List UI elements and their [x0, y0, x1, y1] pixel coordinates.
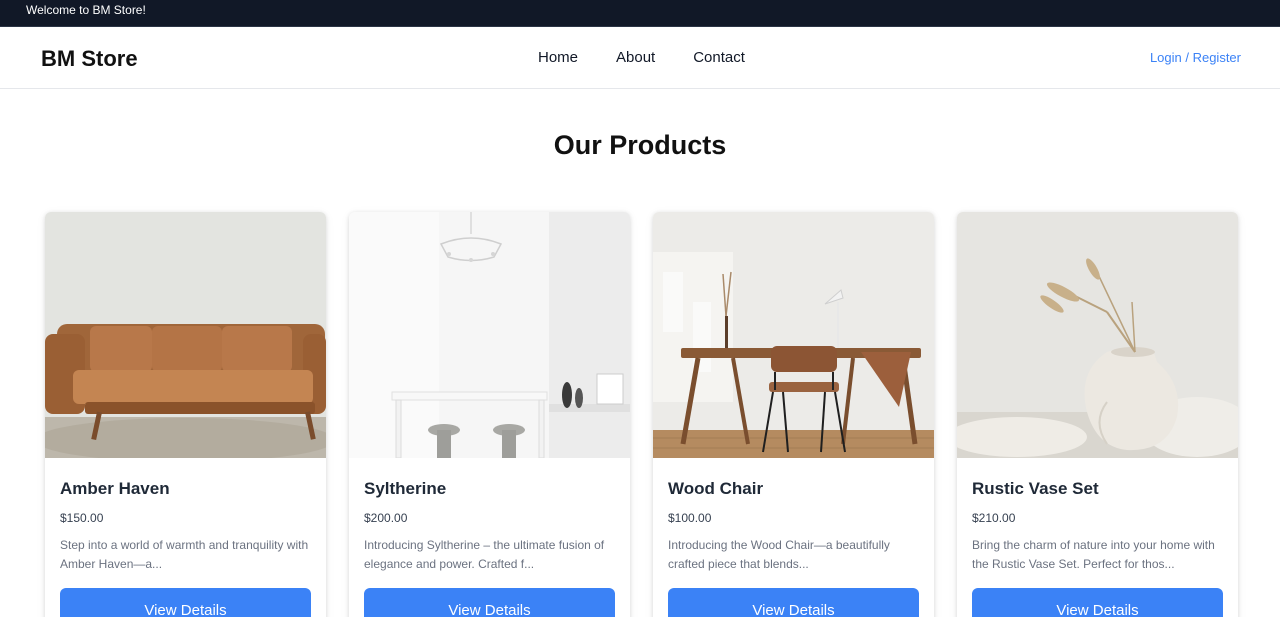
view-details-button[interactable]: View Details: [364, 588, 615, 617]
nav-contact-link[interactable]: Contact: [693, 49, 745, 66]
product-description-text: Bring the charm of nature into your home…: [972, 538, 1215, 571]
product-card: Wood Chair $100.00 Introducing the Wood …: [653, 212, 934, 617]
main-nav: Home About Contact: [538, 49, 745, 66]
product-name: Wood Chair: [668, 479, 764, 498]
products-heading: Our Products: [553, 130, 727, 160]
view-details-button[interactable]: View Details: [972, 588, 1223, 617]
product-description-text: Introducing the Wood Chair—a beautifully…: [668, 538, 890, 571]
login-register-link[interactable]: Login / Register: [1150, 50, 1241, 65]
product-card: Amber Haven $150.00 Step into a world of…: [45, 212, 326, 617]
product-description-text: Step into a world of warmth and tranquil…: [60, 538, 309, 571]
product-description: Introducing the Wood Chair—a beautifully…: [668, 536, 920, 574]
navbar: BM Store Home About Contact Login / Regi…: [0, 27, 1280, 89]
view-details-button[interactable]: View Details: [60, 588, 311, 617]
product-description: Step into a world of warmth and tranquil…: [60, 536, 312, 574]
product-card: Rustic Vase Set $210.00 Bring the charm …: [957, 212, 1238, 617]
brand-logo[interactable]: BM Store: [41, 46, 138, 72]
product-description: Bring the charm of nature into your home…: [972, 536, 1224, 574]
nav-about-link[interactable]: About: [616, 49, 655, 66]
product-price: $210.00: [972, 511, 1016, 525]
product-name: Syltherine: [364, 479, 447, 498]
product-image-ceramic-vase[interactable]: [957, 212, 1238, 458]
welcome-text: Welcome to BM Store!: [26, 3, 146, 17]
product-name: Rustic Vase Set: [972, 479, 1099, 498]
product-price: $150.00: [60, 511, 104, 525]
product-price: $200.00: [364, 511, 408, 525]
announcement-bar: Welcome to BM Store!: [0, 0, 1280, 27]
product-name: Amber Haven: [60, 479, 170, 498]
product-image-white-dining-room[interactable]: [349, 212, 630, 458]
nav-home-link[interactable]: Home: [538, 49, 578, 66]
view-details-button[interactable]: View Details: [668, 588, 919, 617]
product-image-leather-sofa[interactable]: [45, 212, 326, 458]
product-card: Syltherine $200.00 Introducing Syltherin…: [349, 212, 630, 617]
product-description-text: Introducing Syltherine – the ultimate fu…: [364, 538, 605, 571]
product-image-wooden-desk-chair[interactable]: [653, 212, 934, 458]
product-description: Introducing Syltherine – the ultimate fu…: [364, 536, 616, 574]
product-price: $100.00: [668, 511, 712, 525]
